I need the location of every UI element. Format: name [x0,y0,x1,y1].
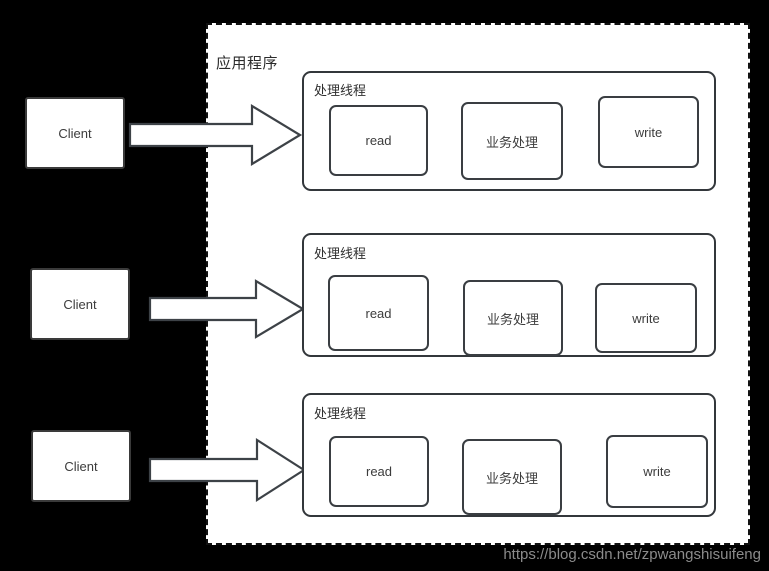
thread-container-2[interactable]: 处理线程 read 业务处理 write [302,233,716,357]
client-box-2[interactable]: Client [30,268,130,340]
thread-label-3: 处理线程 [314,406,367,421]
stage-label-write-1: write [634,124,663,140]
diagram-canvas: 应用程序 Client Client Client 处理线程 read 业务处理… [0,0,769,571]
stage-label-write-3: write [643,464,671,479]
stage-label-process-1: 业务处理 [485,134,538,150]
stage-box-read-1[interactable]: read [329,105,428,176]
client-box-1[interactable]: Client [25,97,125,169]
stage-box-read-3[interactable]: read [329,436,429,507]
stage-label-read-1: read [365,133,392,148]
stage-box-read-2[interactable]: read [328,275,429,351]
client-label-2: Client [63,296,97,312]
stage-box-write-3[interactable]: write [606,435,708,508]
client-label-1: Client [58,125,92,141]
stage-label-process-2: 业务处理 [486,311,539,327]
stage-label-write-2: write [632,310,660,326]
thread-label-2: 处理线程 [314,246,367,261]
stage-box-process-3[interactable]: 业务处理 [462,439,562,515]
thread-label-1: 处理线程 [314,83,367,98]
stage-box-process-2[interactable]: 业务处理 [463,280,563,356]
stage-box-process-1[interactable]: 业务处理 [461,102,563,180]
client-to-thread-arrow-2 [148,279,306,339]
stage-box-write-2[interactable]: write [595,283,697,353]
stage-label-read-3: read [365,464,393,479]
stage-label-read-2: read [365,305,392,321]
thread-container-1[interactable]: 处理线程 read 业务处理 write [302,71,716,191]
application-label: 应用程序 [216,55,279,72]
stage-box-write-1[interactable]: write [598,96,699,168]
thread-container-3[interactable]: 处理线程 read 业务处理 write [302,393,716,517]
client-label-3: Client [64,458,98,474]
watermark-text: https://blog.csdn.net/zpwangshisuifeng [503,546,761,563]
client-to-thread-arrow-1 [128,104,303,166]
client-to-thread-arrow-3 [148,437,306,503]
stage-label-process-3: 业务处理 [485,470,538,486]
client-box-3[interactable]: Client [31,430,131,502]
